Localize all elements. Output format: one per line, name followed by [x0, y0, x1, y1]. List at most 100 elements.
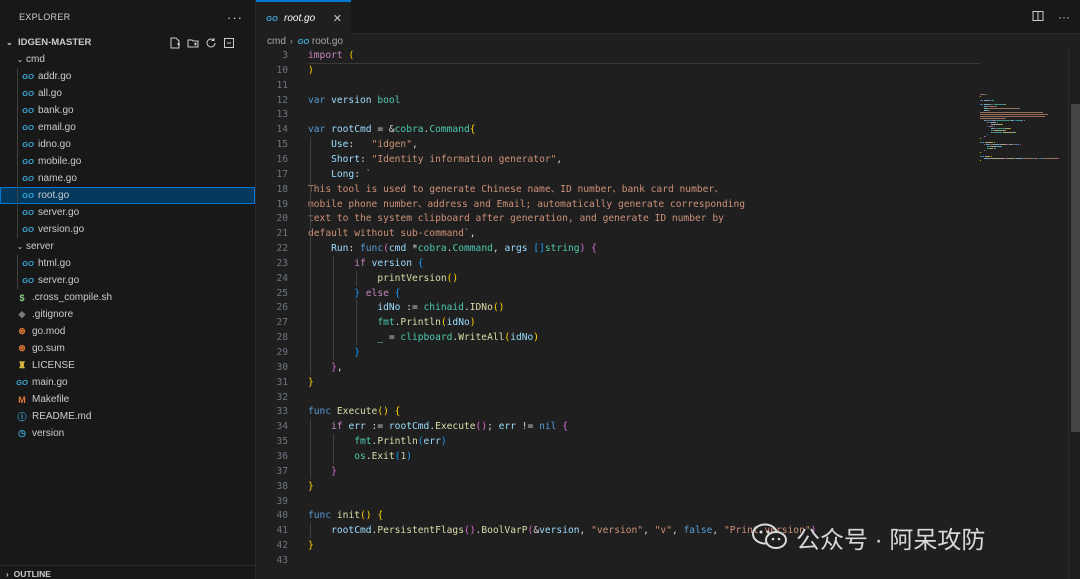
code-token: printVersion: [377, 272, 447, 284]
breadcrumb-file[interactable]: root.go: [312, 36, 343, 47]
indent-guide: [310, 523, 311, 539]
minimap-line: [1019, 144, 1021, 145]
folder-item[interactable]: ⌄ server: [0, 238, 255, 255]
line-number: 17: [276, 168, 288, 180]
file-item[interactable]: GO main.go: [0, 374, 255, 391]
code-token: fmt: [377, 317, 395, 329]
file-item[interactable]: GO html.go: [0, 255, 255, 272]
code-line: 39: [256, 494, 976, 509]
more-actions-icon[interactable]: ···: [1058, 10, 1070, 24]
go-file-icon: GO: [22, 208, 34, 217]
file-item[interactable]: M Makefile: [0, 391, 255, 408]
editor-actions: ···: [1032, 0, 1070, 34]
indent-guide: [17, 68, 18, 85]
code-token: import: [308, 50, 343, 61]
refresh-icon[interactable]: [204, 36, 217, 49]
line-number: 28: [276, 332, 288, 344]
file-item[interactable]: GO server.go: [0, 272, 255, 289]
file-item[interactable]: GO name.go: [0, 170, 255, 187]
minimap-line: [980, 152, 981, 153]
minimap-line: [1018, 108, 1020, 109]
code-line: 33 func Execute() {: [256, 404, 976, 419]
more-actions-icon[interactable]: ···: [227, 10, 243, 25]
file-item[interactable]: ⓘ README.md: [0, 408, 255, 425]
line-text: } else {: [308, 286, 400, 301]
indent-guide: [333, 434, 335, 464]
file-item[interactable]: GO addr.go: [0, 68, 255, 85]
minimap-line: [989, 122, 997, 123]
minimap-line: [1005, 104, 1007, 105]
file-item[interactable]: GO idno.go: [0, 136, 255, 153]
code-token: false: [683, 525, 713, 537]
line-number: 12: [276, 94, 288, 106]
license-icon: ♜: [17, 360, 27, 370]
go-file-icon: GO: [266, 13, 278, 23]
breadcrumb-folder[interactable]: cmd: [267, 36, 286, 47]
root-folder[interactable]: ⌄ IDGEN-MASTER: [0, 34, 255, 51]
minimap-line: [989, 126, 993, 127]
file-item[interactable]: GO server.go: [0, 204, 255, 221]
line-text: default without sub-command`,: [308, 226, 476, 241]
code-token: BoolVarP: [481, 525, 528, 537]
line-number: 3: [282, 50, 288, 61]
folder-item[interactable]: ⌄ cmd: [0, 51, 255, 68]
line-text: if version {: [308, 256, 423, 271]
tree-item-label: root.go: [38, 190, 70, 201]
code-line: 13: [256, 107, 976, 122]
code-token: {: [394, 287, 401, 299]
code-token: var: [308, 124, 326, 136]
indent-guide: [333, 255, 335, 360]
minimap[interactable]: [976, 48, 1068, 579]
minimap-line: [980, 104, 983, 105]
file-item[interactable]: $ .cross_compile.sh: [0, 289, 255, 306]
vertical-scrollbar[interactable]: [1068, 48, 1080, 579]
file-item[interactable]: ⊛ go.sum: [0, 340, 255, 357]
minimap-line: [980, 138, 981, 139]
new-folder-icon[interactable]: [186, 36, 199, 49]
close-icon[interactable]: ✕: [333, 12, 342, 25]
go-file-icon: GO: [297, 36, 310, 46]
line-number: 30: [276, 361, 288, 373]
file-item[interactable]: ◷ version: [0, 425, 255, 442]
tree-item-label: email.go: [38, 122, 76, 133]
root-folder-label: IDGEN-MASTER: [18, 37, 92, 48]
file-item[interactable]: GO mobile.go: [0, 153, 255, 170]
minimap-line: [987, 134, 989, 135]
file-item[interactable]: GO all.go: [0, 85, 255, 102]
split-editor-icon[interactable]: [1032, 10, 1044, 25]
code-token: version: [539, 525, 580, 537]
minimap-line: [990, 156, 992, 157]
code-token: "idgen": [371, 139, 412, 151]
minimap-line: [980, 112, 1043, 113]
code-token: func: [308, 510, 332, 522]
collapse-all-icon[interactable]: [222, 36, 235, 49]
file-item[interactable]: GO email.go: [0, 119, 255, 136]
tab-root-go[interactable]: GO root.go ✕: [256, 0, 351, 34]
file-item[interactable]: GO bank.go: [0, 102, 255, 119]
go-file-icon: GO: [22, 174, 34, 183]
line-number: 23: [276, 257, 288, 269]
file-item[interactable]: ⊛ go.mod: [0, 323, 255, 340]
file-item[interactable]: GO root.go: [0, 187, 255, 204]
code-line: 24 printVersion(): [256, 271, 976, 286]
makefile-icon: M: [18, 394, 26, 405]
outline-section[interactable]: › OUTLINE: [0, 565, 255, 579]
code-editor[interactable]: 3 import (10) 11 12 var version bool 13 14 var …: [256, 48, 1080, 579]
tree-item-label: mobile.go: [38, 156, 82, 167]
code-token: ,: [336, 361, 343, 373]
wechat-logo-icon: [752, 523, 788, 551]
breadcrumb: cmd › GO root.go: [256, 34, 1080, 48]
indent-guide: [17, 204, 18, 221]
minimap-line: [989, 108, 1019, 109]
version-file-icon: ◷: [18, 428, 26, 438]
scrollbar-thumb[interactable]: [1071, 104, 1080, 432]
code-line: 27 fmt.Println(idNo): [256, 315, 976, 330]
file-item[interactable]: ♜ LICENSE: [0, 357, 255, 374]
line-text: fmt.Println(err): [308, 434, 446, 449]
file-item[interactable]: ◆ .gitignore: [0, 306, 255, 323]
file-item[interactable]: GO version.go: [0, 221, 255, 238]
new-file-icon[interactable]: [168, 36, 181, 49]
code-token: ,: [492, 243, 505, 255]
